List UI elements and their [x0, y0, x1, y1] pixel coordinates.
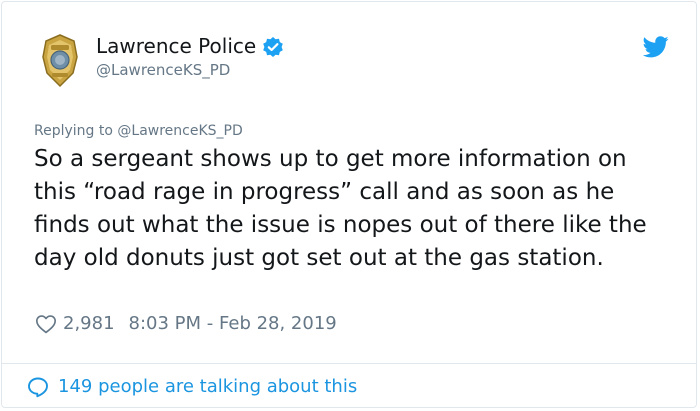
heart-icon[interactable] — [35, 313, 57, 335]
reply-handle-link[interactable]: @LawrenceKS_PD — [117, 123, 242, 139]
like-count[interactable]: 2,981 — [63, 312, 115, 336]
conversation-label[interactable]: 149 people are talking about this — [58, 374, 357, 400]
account-handle[interactable]: @LawrenceKS_PD — [96, 60, 230, 80]
police-badge-icon[interactable] — [40, 33, 80, 89]
conversation-link[interactable]: 149 people are talking about this — [26, 374, 357, 400]
tweet-text: So a sergeant shows up to get more infor… — [34, 146, 647, 271]
speech-bubble-icon — [26, 375, 50, 399]
tweet-timestamp[interactable]: 8:03 PM - Feb 28, 2019 — [129, 312, 337, 336]
verified-badge-icon — [262, 36, 284, 58]
display-name-text[interactable]: Lawrence Police — [96, 33, 256, 59]
tweet-header: Lawrence Police @LawrenceKS_PD — [2, 2, 696, 102]
tweet-card: Lawrence Police @LawrenceKS_PD Replying … — [1, 1, 697, 408]
display-name[interactable]: Lawrence Police — [96, 33, 284, 59]
reply-prefix: Replying to — [34, 123, 113, 139]
replying-to: Replying to @LawrenceKS_PD — [34, 122, 243, 140]
twitter-bird-icon[interactable] — [642, 36, 669, 58]
tweet-meta: 2,981 8:03 PM - Feb 28, 2019 — [35, 312, 337, 336]
divider — [2, 363, 696, 364]
